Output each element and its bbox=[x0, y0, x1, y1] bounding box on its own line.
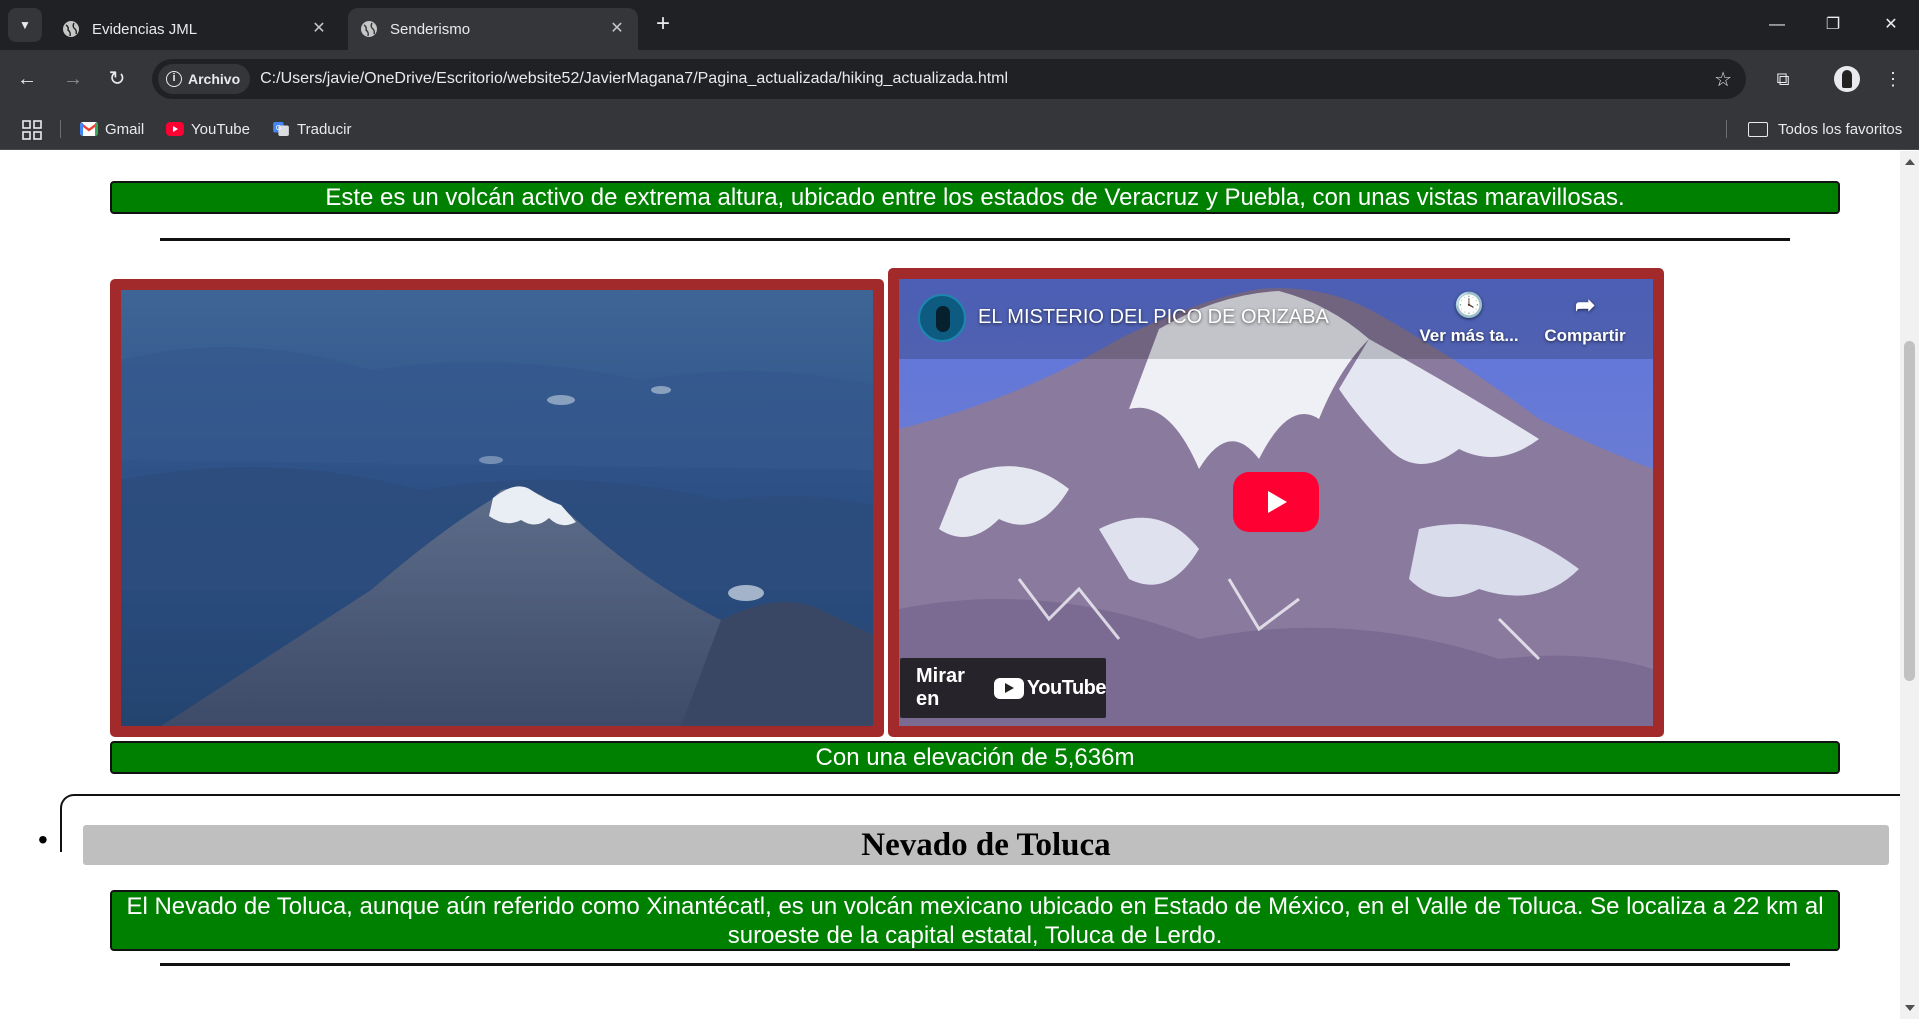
toluca-description: El Nevado de Toluca, aunque aún referido… bbox=[110, 890, 1840, 951]
orizaba-elevation: Con una elevación de 5,636m bbox=[110, 741, 1840, 774]
svg-text:G: G bbox=[276, 125, 281, 132]
gmail-icon bbox=[80, 122, 98, 136]
watch-later-label: Ver más ta... bbox=[1419, 326, 1519, 345]
watch-on-label: Mirar en bbox=[916, 665, 965, 710]
bookmark-label: Traducir bbox=[297, 120, 352, 138]
info-icon: i bbox=[166, 71, 182, 87]
back-button[interactable]: ← bbox=[12, 64, 42, 94]
youtube-logo-text: YouTube bbox=[1026, 676, 1107, 699]
toluca-description-text: El Nevado de Toluca, aunque aún referido… bbox=[126, 893, 1824, 949]
section-border-left bbox=[60, 808, 62, 852]
watch-later-button[interactable]: 🕓 Ver más ta... bbox=[1414, 291, 1524, 346]
tab-senderismo[interactable]: Senderismo ✕ bbox=[348, 8, 638, 50]
youtube-icon bbox=[166, 122, 184, 136]
scroll-thumb[interactable] bbox=[1904, 341, 1915, 681]
browser-toolbar: ← → ↻ i Archivo C:/Users/javie/OneDrive/… bbox=[0, 50, 1919, 108]
close-tab-icon[interactable]: ✕ bbox=[310, 20, 328, 38]
orizaba-description: Este es un volcán activo de extrema altu… bbox=[110, 181, 1840, 214]
scroll-down-arrow[interactable] bbox=[1905, 1005, 1915, 1011]
restore-button[interactable]: ❐ bbox=[1818, 10, 1848, 40]
share-button[interactable]: ➦ Compartir bbox=[1530, 291, 1640, 346]
reload-button[interactable]: ↻ bbox=[102, 64, 132, 94]
tab-title: Senderismo bbox=[390, 20, 471, 38]
bookmark-label: Gmail bbox=[105, 120, 145, 138]
close-tab-icon[interactable]: ✕ bbox=[608, 20, 626, 38]
volcano-image bbox=[121, 290, 873, 726]
play-button[interactable] bbox=[1233, 472, 1319, 532]
watch-on-youtube-button[interactable]: Mirar en YouTube bbox=[900, 658, 1107, 718]
close-window-button[interactable]: ✕ bbox=[1876, 10, 1906, 40]
youtube-logo: YouTube bbox=[993, 676, 1107, 700]
puzzle-icon: ⧉ bbox=[1776, 69, 1790, 89]
divider bbox=[1726, 120, 1727, 138]
section-border bbox=[60, 794, 100, 824]
bookmark-gmail[interactable]: Gmail bbox=[80, 116, 144, 142]
forward-button[interactable]: → bbox=[58, 64, 88, 94]
arrow-right-icon: → bbox=[63, 68, 83, 90]
tab-evidencias[interactable]: Evidencias JML ✕ bbox=[50, 8, 340, 50]
youtube-icon bbox=[993, 677, 1024, 699]
folder-icon bbox=[1748, 121, 1768, 137]
scroll-up-arrow[interactable] bbox=[1905, 159, 1915, 165]
horizontal-rule bbox=[160, 963, 1790, 966]
site-info-chip[interactable]: i Archivo bbox=[158, 64, 251, 94]
more-vert-icon: ⋮ bbox=[1884, 69, 1902, 89]
orizaba-elevation-text: Con una elevación de 5,636m bbox=[815, 744, 1135, 771]
extensions-button[interactable]: ⧉ bbox=[1768, 64, 1798, 94]
translate-icon: G bbox=[273, 122, 289, 136]
bookmark-youtube[interactable]: YouTube bbox=[166, 116, 250, 142]
horizontal-rule bbox=[160, 238, 1790, 241]
bookmark-label: YouTube bbox=[191, 120, 250, 138]
divider bbox=[60, 120, 61, 138]
orizaba-description-text: Este es un volcán activo de extrema altu… bbox=[325, 184, 1625, 211]
page-scrollbar[interactable] bbox=[1900, 151, 1919, 1019]
section-heading: Nevado de Toluca bbox=[83, 825, 1889, 865]
all-bookmarks-button[interactable]: Todos los favoritos bbox=[1748, 116, 1902, 142]
section-border-line bbox=[96, 794, 1900, 796]
chevron-down-icon: ▼ bbox=[19, 18, 31, 32]
tab-search-button[interactable]: ▼ bbox=[8, 8, 42, 42]
url-text[interactable]: C:/Users/javie/OneDrive/Escritorio/websi… bbox=[260, 70, 1008, 88]
site-info-label: Archivo bbox=[188, 71, 241, 87]
orizaba-photo bbox=[110, 279, 884, 737]
minimize-button[interactable]: — bbox=[1762, 10, 1792, 40]
globe-icon bbox=[63, 21, 79, 37]
apps-grid-icon[interactable] bbox=[22, 120, 42, 140]
globe-icon bbox=[361, 21, 377, 37]
avatar[interactable] bbox=[1834, 66, 1860, 92]
share-label: Compartir bbox=[1544, 326, 1626, 345]
tab-title: Evidencias JML bbox=[92, 20, 198, 38]
address-bar[interactable]: i Archivo C:/Users/javie/OneDrive/Escrit… bbox=[152, 59, 1746, 99]
share-icon: ➦ bbox=[1574, 292, 1596, 319]
bookmark-star-icon[interactable]: ☆ bbox=[1714, 67, 1732, 92]
bookmark-traducir[interactable]: G Traducir bbox=[272, 116, 351, 142]
video-title[interactable]: EL MISTERIO DEL PICO DE ORIZABA bbox=[978, 306, 1329, 329]
tab-strip: ▼ Evidencias JML ✕ Senderismo ✕ + — ❐ ✕ bbox=[0, 0, 1919, 50]
menu-button[interactable]: ⋮ bbox=[1878, 64, 1908, 94]
bookmarks-bar: Gmail YouTube G Traducir Todos los favor… bbox=[0, 108, 1919, 150]
page-viewport: Este es un volcán activo de extrema altu… bbox=[0, 151, 1900, 1019]
all-bookmarks-label: Todos los favoritos bbox=[1778, 120, 1903, 138]
new-tab-button[interactable]: + bbox=[650, 12, 676, 38]
list-bullet: • bbox=[38, 824, 48, 855]
clock-icon: 🕓 bbox=[1454, 292, 1484, 319]
arrow-left-icon: ← bbox=[17, 68, 37, 90]
channel-avatar[interactable] bbox=[918, 294, 966, 342]
reload-icon: ↻ bbox=[108, 68, 126, 90]
